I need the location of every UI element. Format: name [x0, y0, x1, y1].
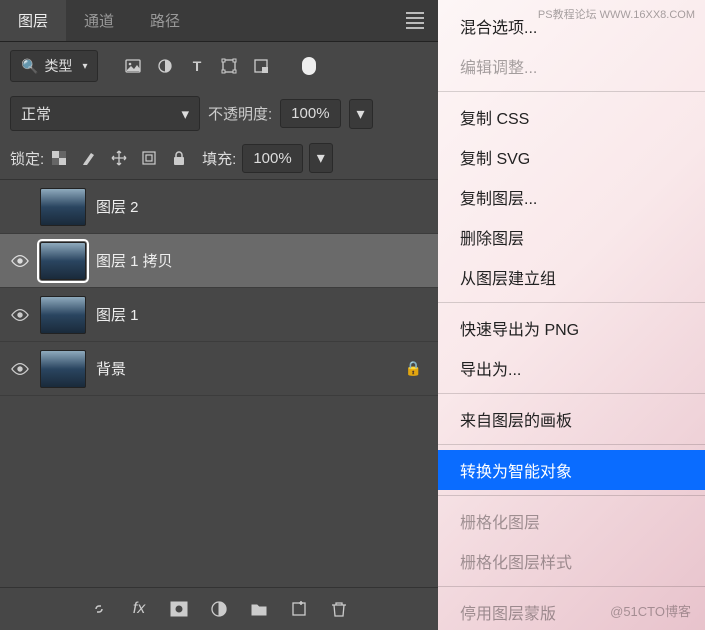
layer-row[interactable]: 图层 2	[0, 180, 438, 234]
filter-shape-icon[interactable]	[216, 53, 242, 79]
bottom-toolbar: fx	[0, 587, 438, 630]
lock-transparency-icon[interactable]	[50, 149, 68, 167]
menu-copy-svg[interactable]: 复制 SVG	[438, 137, 705, 177]
layer-thumbnail[interactable]	[40, 242, 86, 280]
opacity-value[interactable]: 100%	[280, 99, 340, 128]
blend-mode-label: 正常	[21, 103, 51, 124]
fill-value[interactable]: 100%	[242, 144, 302, 173]
menu-rasterize-style: 栅格化图层样式	[438, 541, 705, 581]
filter-type-select[interactable]: 🔍 类型 ▾	[10, 50, 98, 82]
lock-pixels-icon[interactable]	[80, 149, 98, 167]
adjustment-layer-icon[interactable]	[208, 598, 230, 620]
menu-edit-adjustment: 编辑调整...	[438, 46, 705, 86]
layer-row[interactable]: 图层 1	[0, 288, 438, 342]
menu-separator	[438, 495, 705, 496]
menu-rasterize-layer: 栅格化图层	[438, 501, 705, 541]
visibility-toggle[interactable]	[10, 197, 30, 217]
menu-separator	[438, 393, 705, 394]
menu-artboard-from-layers[interactable]: 来自图层的画板	[438, 399, 705, 439]
lock-artboard-icon[interactable]	[140, 149, 158, 167]
menu-duplicate-layer[interactable]: 复制图层...	[438, 177, 705, 217]
opacity-stepper[interactable]: ▾	[349, 99, 373, 129]
blend-mode-select[interactable]: 正常 ▾	[10, 96, 200, 131]
visibility-toggle[interactable]	[10, 359, 30, 379]
layer-row[interactable]: 图层 1 拷贝	[0, 234, 438, 288]
menu-separator	[438, 444, 705, 445]
blend-row: 正常 ▾ 不透明度: 100% ▾	[0, 90, 438, 137]
menu-export-as[interactable]: 导出为...	[438, 348, 705, 388]
filter-toggle[interactable]	[296, 53, 322, 79]
opacity-label: 不透明度:	[208, 103, 272, 124]
lock-position-icon[interactable]	[110, 149, 128, 167]
lock-all-icon[interactable]	[170, 149, 188, 167]
layer-name[interactable]: 图层 2	[96, 196, 428, 217]
group-icon[interactable]	[248, 598, 270, 620]
layer-thumbnail[interactable]	[40, 296, 86, 334]
watermark-text-2: @51CTO博客	[610, 601, 691, 620]
chevron-down-icon: ▾	[82, 61, 87, 72]
panel-menu-icon[interactable]	[400, 12, 430, 29]
fill-stepper[interactable]: ▾	[309, 143, 333, 173]
layer-style-icon[interactable]: fx	[128, 598, 150, 620]
filter-smartobject-icon[interactable]	[248, 53, 274, 79]
menu-copy-css[interactable]: 复制 CSS	[438, 97, 705, 137]
visibility-toggle[interactable]	[10, 305, 30, 325]
layers-list: 图层 2 图层 1 拷贝 图层 1 背景 🔒	[0, 180, 438, 587]
menu-delete-layer[interactable]: 删除图层	[438, 217, 705, 257]
lock-row: 锁定: 填充: 100% ▾	[0, 137, 438, 180]
layer-mask-icon[interactable]	[168, 598, 190, 620]
menu-group-from-layers[interactable]: 从图层建立组	[438, 257, 705, 297]
panel-tabs: 图层 通道 路径	[0, 0, 438, 42]
layer-thumbnail[interactable]	[40, 188, 86, 226]
fill-label: 填充:	[202, 148, 236, 169]
svg-text:T: T	[193, 58, 202, 74]
lock-label: 锁定:	[10, 148, 44, 169]
layer-name[interactable]: 背景	[96, 358, 395, 379]
tab-paths[interactable]: 路径	[132, 0, 198, 41]
link-layers-icon[interactable]	[88, 598, 110, 620]
new-layer-icon[interactable]	[288, 598, 310, 620]
filter-type-icon[interactable]: T	[184, 53, 210, 79]
tab-layers[interactable]: 图层	[0, 0, 66, 41]
visibility-toggle[interactable]	[10, 251, 30, 271]
search-icon: 🔍	[21, 58, 38, 75]
watermark-text: PS教程论坛 WWW.16XX8.COM	[538, 6, 695, 22]
lock-icon: 🔒	[405, 360, 422, 377]
layers-panel: 图层 通道 路径 🔍 类型 ▾ T 正常 ▾ 不透明度: 100% ▾ 锁定:	[0, 0, 438, 630]
tab-channels[interactable]: 通道	[66, 0, 132, 41]
context-menu: PS教程论坛 WWW.16XX8.COM 混合选项... 编辑调整... 复制 …	[438, 0, 705, 630]
filter-type-label: 类型	[44, 56, 72, 76]
filter-pixel-icon[interactable]	[120, 53, 146, 79]
menu-separator	[438, 586, 705, 587]
delete-layer-icon[interactable]	[328, 598, 350, 620]
filter-toolbar: 🔍 类型 ▾ T	[0, 42, 438, 90]
layer-thumbnail[interactable]	[40, 350, 86, 388]
chevron-down-icon: ▾	[181, 105, 189, 123]
layer-name[interactable]: 图层 1	[96, 304, 428, 325]
menu-convert-smart-object[interactable]: 转换为智能对象	[438, 450, 705, 490]
layer-name[interactable]: 图层 1 拷贝	[96, 250, 428, 271]
menu-separator	[438, 302, 705, 303]
menu-quick-export-png[interactable]: 快速导出为 PNG	[438, 308, 705, 348]
filter-adjustment-icon[interactable]	[152, 53, 178, 79]
layer-row[interactable]: 背景 🔒	[0, 342, 438, 396]
menu-separator	[438, 91, 705, 92]
